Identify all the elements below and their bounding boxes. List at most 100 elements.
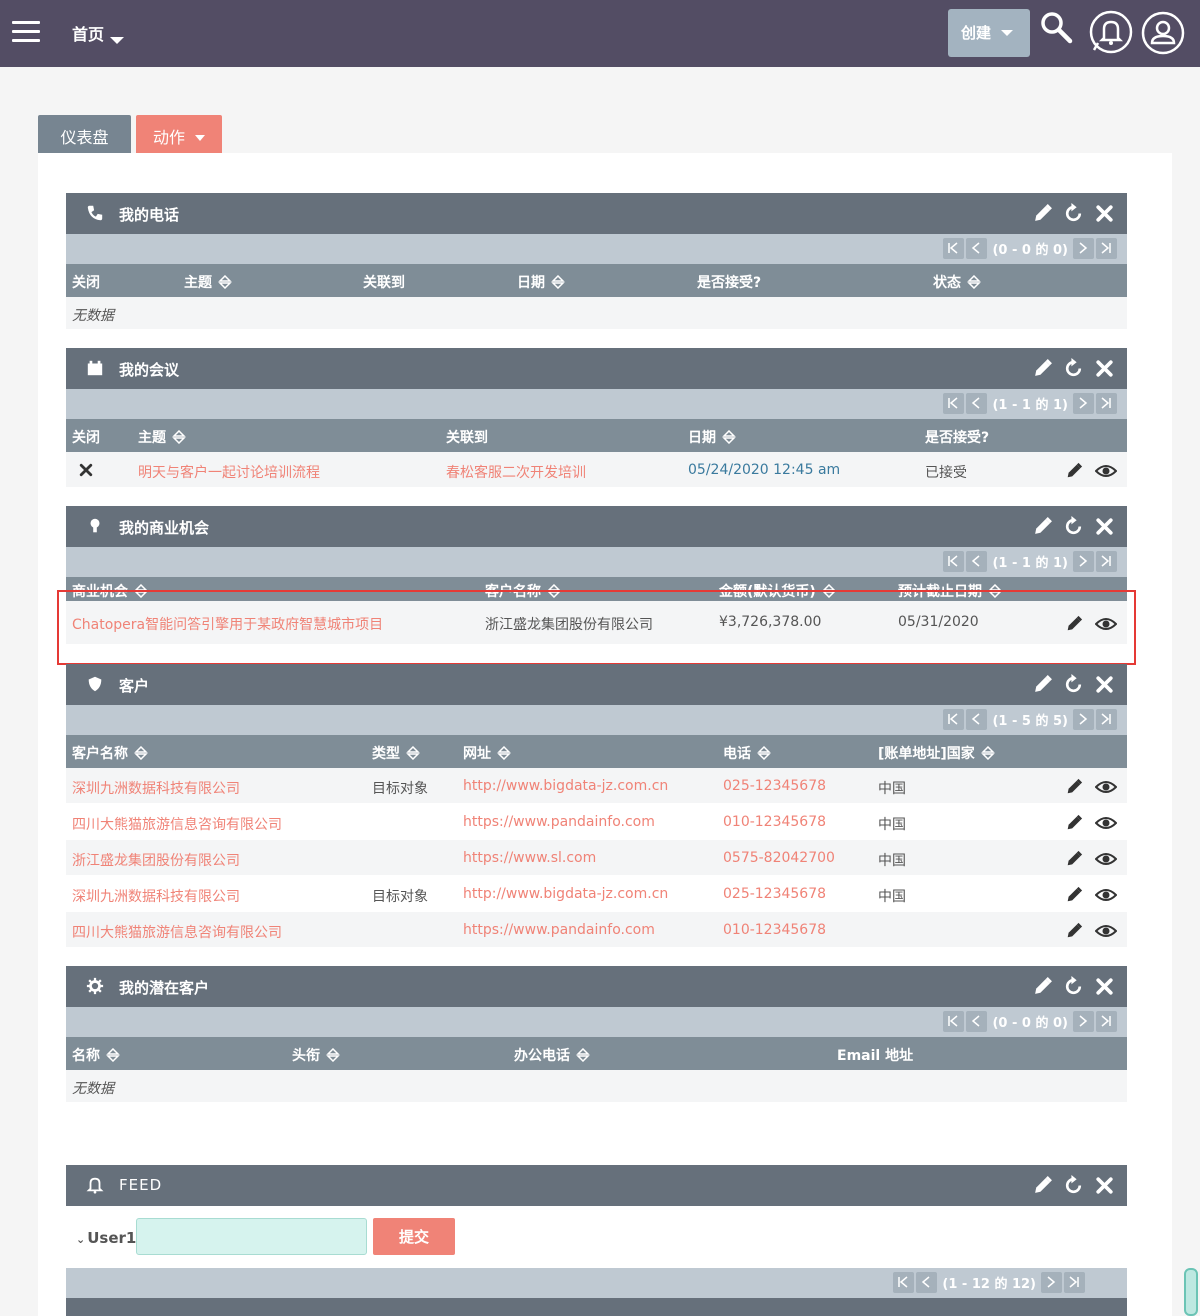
column-header[interactable]: 主题 — [184, 272, 232, 292]
pencil-icon[interactable] — [1065, 922, 1083, 940]
sort-icon[interactable] — [551, 275, 565, 289]
phone-link[interactable]: 010-12345678 — [723, 814, 826, 830]
sort-icon[interactable] — [981, 746, 995, 760]
refresh-icon[interactable] — [1063, 358, 1084, 379]
close-icon[interactable] — [1094, 1175, 1115, 1196]
meeting-date[interactable]: 05/24/2020 12:45 am — [688, 462, 840, 478]
pencil-icon[interactable] — [1065, 886, 1083, 904]
refresh-icon[interactable] — [1063, 1175, 1084, 1196]
user-icon[interactable] — [1140, 10, 1186, 56]
last-page-button[interactable] — [1096, 238, 1117, 259]
tab-dashboard[interactable]: 仪表盘 — [38, 115, 131, 153]
sort-icon[interactable] — [576, 1048, 590, 1062]
close-icon[interactable] — [1094, 516, 1115, 537]
account-name-link[interactable]: 深圳九洲数据科技有限公司 — [72, 778, 240, 798]
eye-icon[interactable] — [1095, 462, 1117, 480]
sort-icon[interactable] — [757, 746, 771, 760]
close-icon[interactable] — [1094, 203, 1115, 224]
sort-icon[interactable] — [967, 275, 981, 289]
prev-page-button[interactable] — [916, 1272, 938, 1293]
pencil-icon[interactable] — [1032, 203, 1053, 224]
close-icon[interactable] — [1094, 674, 1115, 695]
last-page-button[interactable] — [1096, 709, 1117, 730]
account-name-link[interactable]: 深圳九洲数据科技有限公司 — [72, 886, 240, 906]
column-header[interactable]: 网址 — [463, 743, 511, 763]
eye-icon[interactable] — [1095, 922, 1117, 940]
close-icon[interactable] — [78, 462, 94, 478]
eye-icon[interactable] — [1095, 850, 1117, 868]
eye-icon[interactable] — [1095, 886, 1117, 904]
first-page-button[interactable] — [943, 393, 965, 414]
eye-icon[interactable] — [1095, 778, 1117, 796]
sort-icon[interactable] — [722, 430, 736, 444]
column-header[interactable]: 类型 — [372, 743, 420, 763]
sort-icon[interactable] — [106, 1048, 120, 1062]
next-page-button[interactable] — [1073, 393, 1094, 414]
sort-icon[interactable] — [218, 275, 232, 289]
submit-button[interactable]: 提交 — [373, 1218, 455, 1255]
close-icon[interactable] — [1094, 976, 1115, 997]
last-page-button[interactable] — [1096, 393, 1117, 414]
prev-page-button[interactable] — [966, 709, 988, 730]
first-page-button[interactable] — [943, 551, 965, 572]
first-page-button[interactable] — [893, 1272, 915, 1293]
website-link[interactable]: http://www.bigdata-jz.com.cn — [463, 778, 668, 794]
account-name-link[interactable]: 四川大熊猫旅游信息咨询有限公司 — [72, 922, 282, 942]
first-page-button[interactable] — [943, 709, 965, 730]
pencil-icon[interactable] — [1032, 1175, 1053, 1196]
phone-link[interactable]: 025-12345678 — [723, 778, 826, 794]
sort-icon[interactable] — [134, 746, 148, 760]
eye-icon[interactable] — [1095, 814, 1117, 832]
column-header[interactable]: 日期 — [517, 272, 565, 292]
column-header[interactable]: 头衔 — [292, 1045, 340, 1065]
column-header[interactable]: [账单地址]国家 — [878, 743, 995, 763]
pencil-icon[interactable] — [1065, 814, 1083, 832]
prev-page-button[interactable] — [966, 238, 988, 259]
home-menu[interactable]: 首页 — [72, 21, 125, 45]
pencil-icon[interactable] — [1032, 976, 1053, 997]
sort-icon[interactable] — [172, 430, 186, 444]
pencil-icon[interactable] — [1032, 674, 1053, 695]
menu-icon[interactable] — [12, 21, 40, 43]
first-page-button[interactable] — [943, 238, 965, 259]
prev-page-button[interactable] — [966, 393, 988, 414]
create-button[interactable]: 创建 — [948, 9, 1030, 57]
next-page-button[interactable] — [1073, 1011, 1094, 1032]
account-name-link[interactable]: 浙江盛龙集团股份有限公司 — [72, 850, 240, 870]
sort-icon[interactable] — [326, 1048, 340, 1062]
sort-icon[interactable] — [406, 746, 420, 760]
column-header[interactable]: 客户名称 — [72, 743, 148, 763]
phone-link[interactable]: 025-12345678 — [723, 886, 826, 902]
next-page-button[interactable] — [1073, 238, 1094, 259]
refresh-icon[interactable] — [1063, 516, 1084, 537]
search-icon[interactable] — [1038, 10, 1084, 56]
pencil-icon[interactable] — [1065, 850, 1083, 868]
tab-action[interactable]: 动作 — [136, 115, 222, 153]
website-link[interactable]: https://www.pandainfo.com — [463, 814, 655, 830]
column-header[interactable]: 办公电话 — [514, 1045, 590, 1065]
last-page-button[interactable] — [1096, 1011, 1117, 1032]
pencil-icon[interactable] — [1032, 358, 1053, 379]
pencil-icon[interactable] — [1032, 516, 1053, 537]
refresh-icon[interactable] — [1063, 203, 1084, 224]
column-header[interactable]: 日期 — [688, 427, 736, 447]
website-link[interactable]: https://www.pandainfo.com — [463, 922, 655, 938]
prev-page-button[interactable] — [966, 1011, 988, 1032]
scrollbar[interactable] — [1184, 1268, 1198, 1316]
next-page-button[interactable] — [1041, 1272, 1062, 1293]
refresh-icon[interactable] — [1063, 674, 1084, 695]
close-icon[interactable] — [1094, 358, 1115, 379]
feed-user-selector[interactable]: ⌄ User1 — [76, 1229, 136, 1247]
meeting-subject-link[interactable]: 明天与客户一起讨论培训流程 — [138, 462, 320, 482]
related-link[interactable]: 春松客服二次开发培训 — [446, 462, 586, 482]
pencil-icon[interactable] — [1065, 462, 1083, 480]
phone-link[interactable]: 010-12345678 — [723, 922, 826, 938]
prev-page-button[interactable] — [966, 551, 988, 572]
last-page-button[interactable] — [1096, 551, 1117, 572]
feed-text-input[interactable] — [136, 1218, 367, 1255]
next-page-button[interactable] — [1073, 709, 1094, 730]
pencil-icon[interactable] — [1065, 778, 1083, 796]
account-name-link[interactable]: 四川大熊猫旅游信息咨询有限公司 — [72, 814, 282, 834]
next-page-button[interactable] — [1073, 551, 1094, 572]
first-page-button[interactable] — [943, 1011, 965, 1032]
